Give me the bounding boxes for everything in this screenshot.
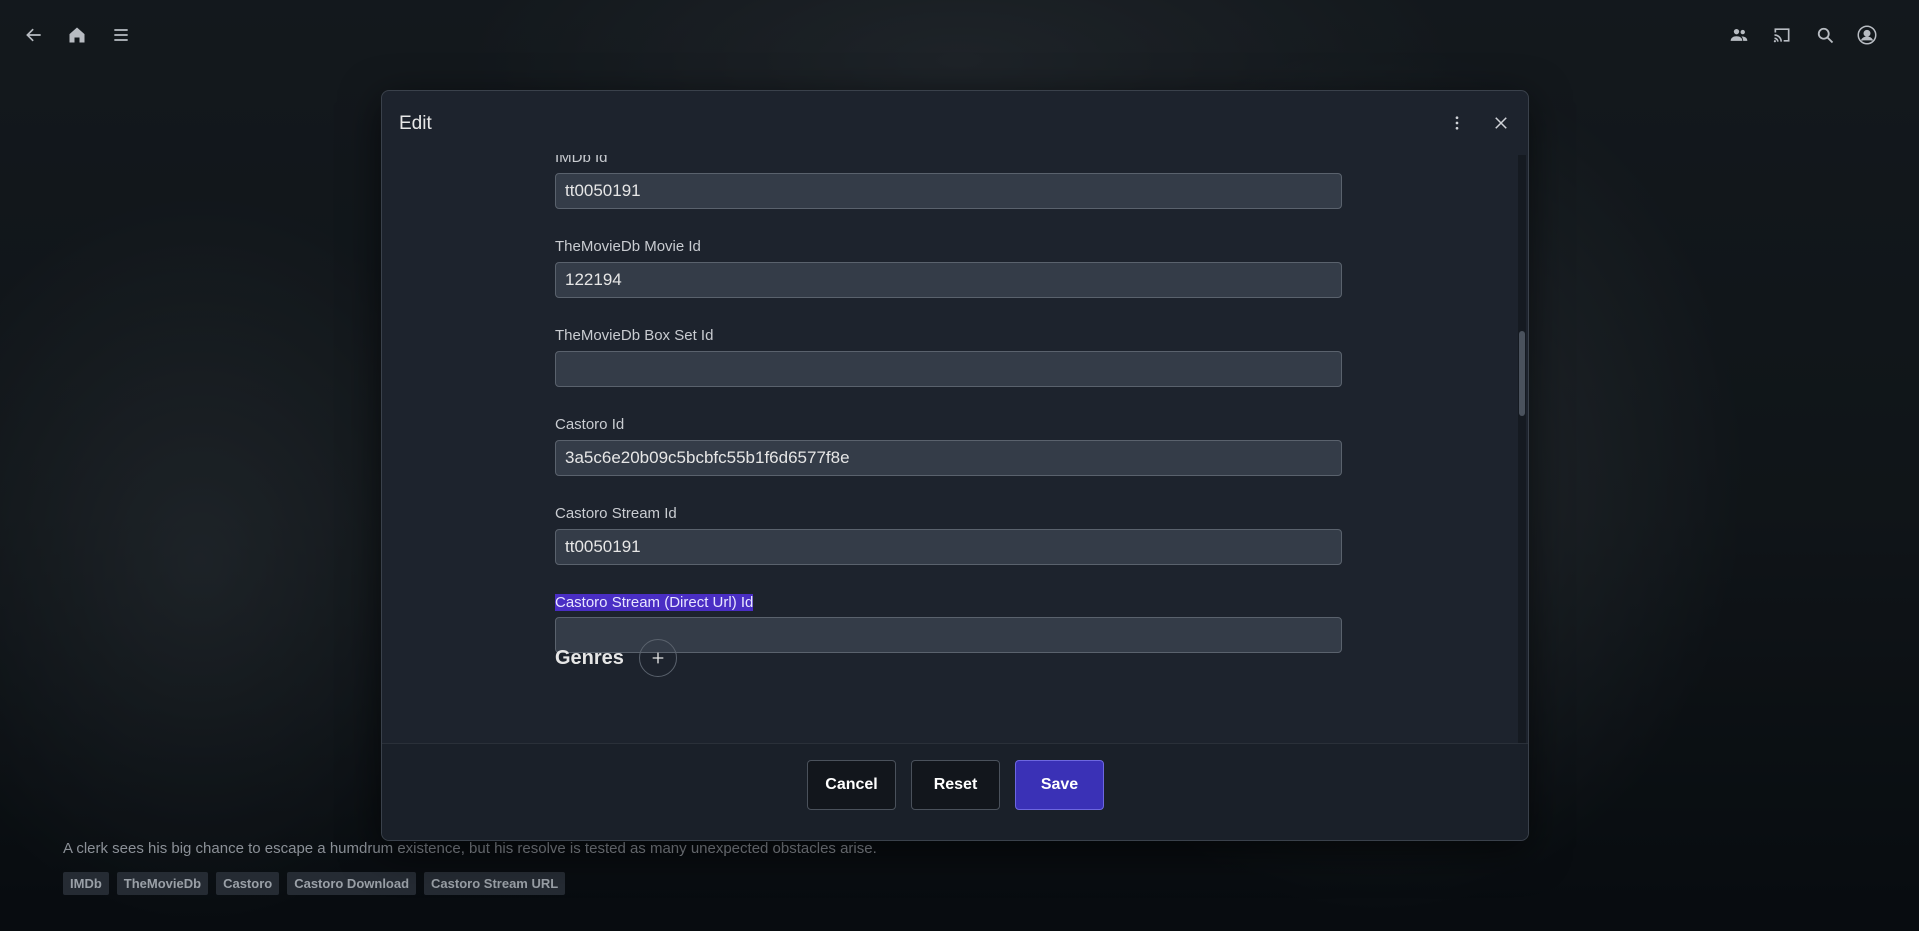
dialog-footer: Cancel Reset Save: [382, 743, 1528, 840]
themoviedb-box-set-id-input[interactable]: [555, 351, 1342, 387]
link-imdb[interactable]: IMDb: [63, 872, 109, 895]
edit-dialog: Edit IMDb Id TheMovieDb Movie Id TheMovi…: [381, 90, 1529, 841]
overview-text: A clerk sees his big chance to escape a …: [63, 840, 877, 857]
dialog-body[interactable]: IMDb Id TheMovieDb Movie Id TheMovieDb B…: [382, 155, 1528, 743]
save-button[interactable]: Save: [1015, 760, 1104, 810]
cast-icon[interactable]: [1769, 22, 1795, 48]
imdb-id-input[interactable]: [555, 173, 1342, 209]
reset-button[interactable]: Reset: [911, 760, 1000, 810]
top-bar: [0, 0, 1919, 74]
imdb-id-label: IMDb Id: [555, 155, 608, 166]
external-links: IMDb TheMovieDb Castoro Castoro Download…: [63, 872, 566, 895]
themoviedb-box-set-id-label: TheMovieDb Box Set Id: [555, 327, 714, 344]
themoviedb-movie-id-input[interactable]: [555, 262, 1342, 298]
search-icon[interactable]: [1812, 22, 1838, 48]
castoro-stream-direct-url-id-label: Castoro Stream (Direct Url) Id: [555, 594, 754, 611]
dialog-scrollbar-track[interactable]: [1518, 155, 1526, 743]
add-genre-button[interactable]: [639, 639, 677, 677]
castoro-id-label: Castoro Id: [555, 416, 625, 433]
genres-heading: Genres: [555, 647, 624, 669]
dialog-header: Edit: [382, 91, 1528, 155]
selected-label-text: Castoro Stream (Direct Url) Id: [555, 594, 754, 611]
users-icon[interactable]: [1726, 22, 1752, 48]
castoro-stream-id-label: Castoro Stream Id: [555, 505, 677, 522]
link-castoro[interactable]: Castoro: [216, 872, 280, 895]
themoviedb-movie-id-label: TheMovieDb Movie Id: [555, 238, 701, 255]
user-avatar-icon[interactable]: [1854, 22, 1880, 48]
dialog-title: Edit: [399, 113, 432, 134]
link-castoro-stream-url[interactable]: Castoro Stream URL: [424, 872, 566, 895]
castoro-stream-id-input[interactable]: [555, 529, 1342, 565]
back-arrow-icon[interactable]: [21, 22, 47, 48]
close-icon[interactable]: [1489, 111, 1513, 135]
cancel-button[interactable]: Cancel: [807, 760, 896, 810]
castoro-id-input[interactable]: [555, 440, 1342, 476]
home-icon[interactable]: [64, 22, 90, 48]
menu-icon[interactable]: [108, 22, 134, 48]
link-castoro-download[interactable]: Castoro Download: [287, 872, 417, 895]
more-options-icon[interactable]: [1445, 111, 1469, 135]
link-themoviedb[interactable]: TheMovieDb: [116, 872, 209, 895]
dialog-scrollbar-thumb[interactable]: [1519, 331, 1525, 416]
